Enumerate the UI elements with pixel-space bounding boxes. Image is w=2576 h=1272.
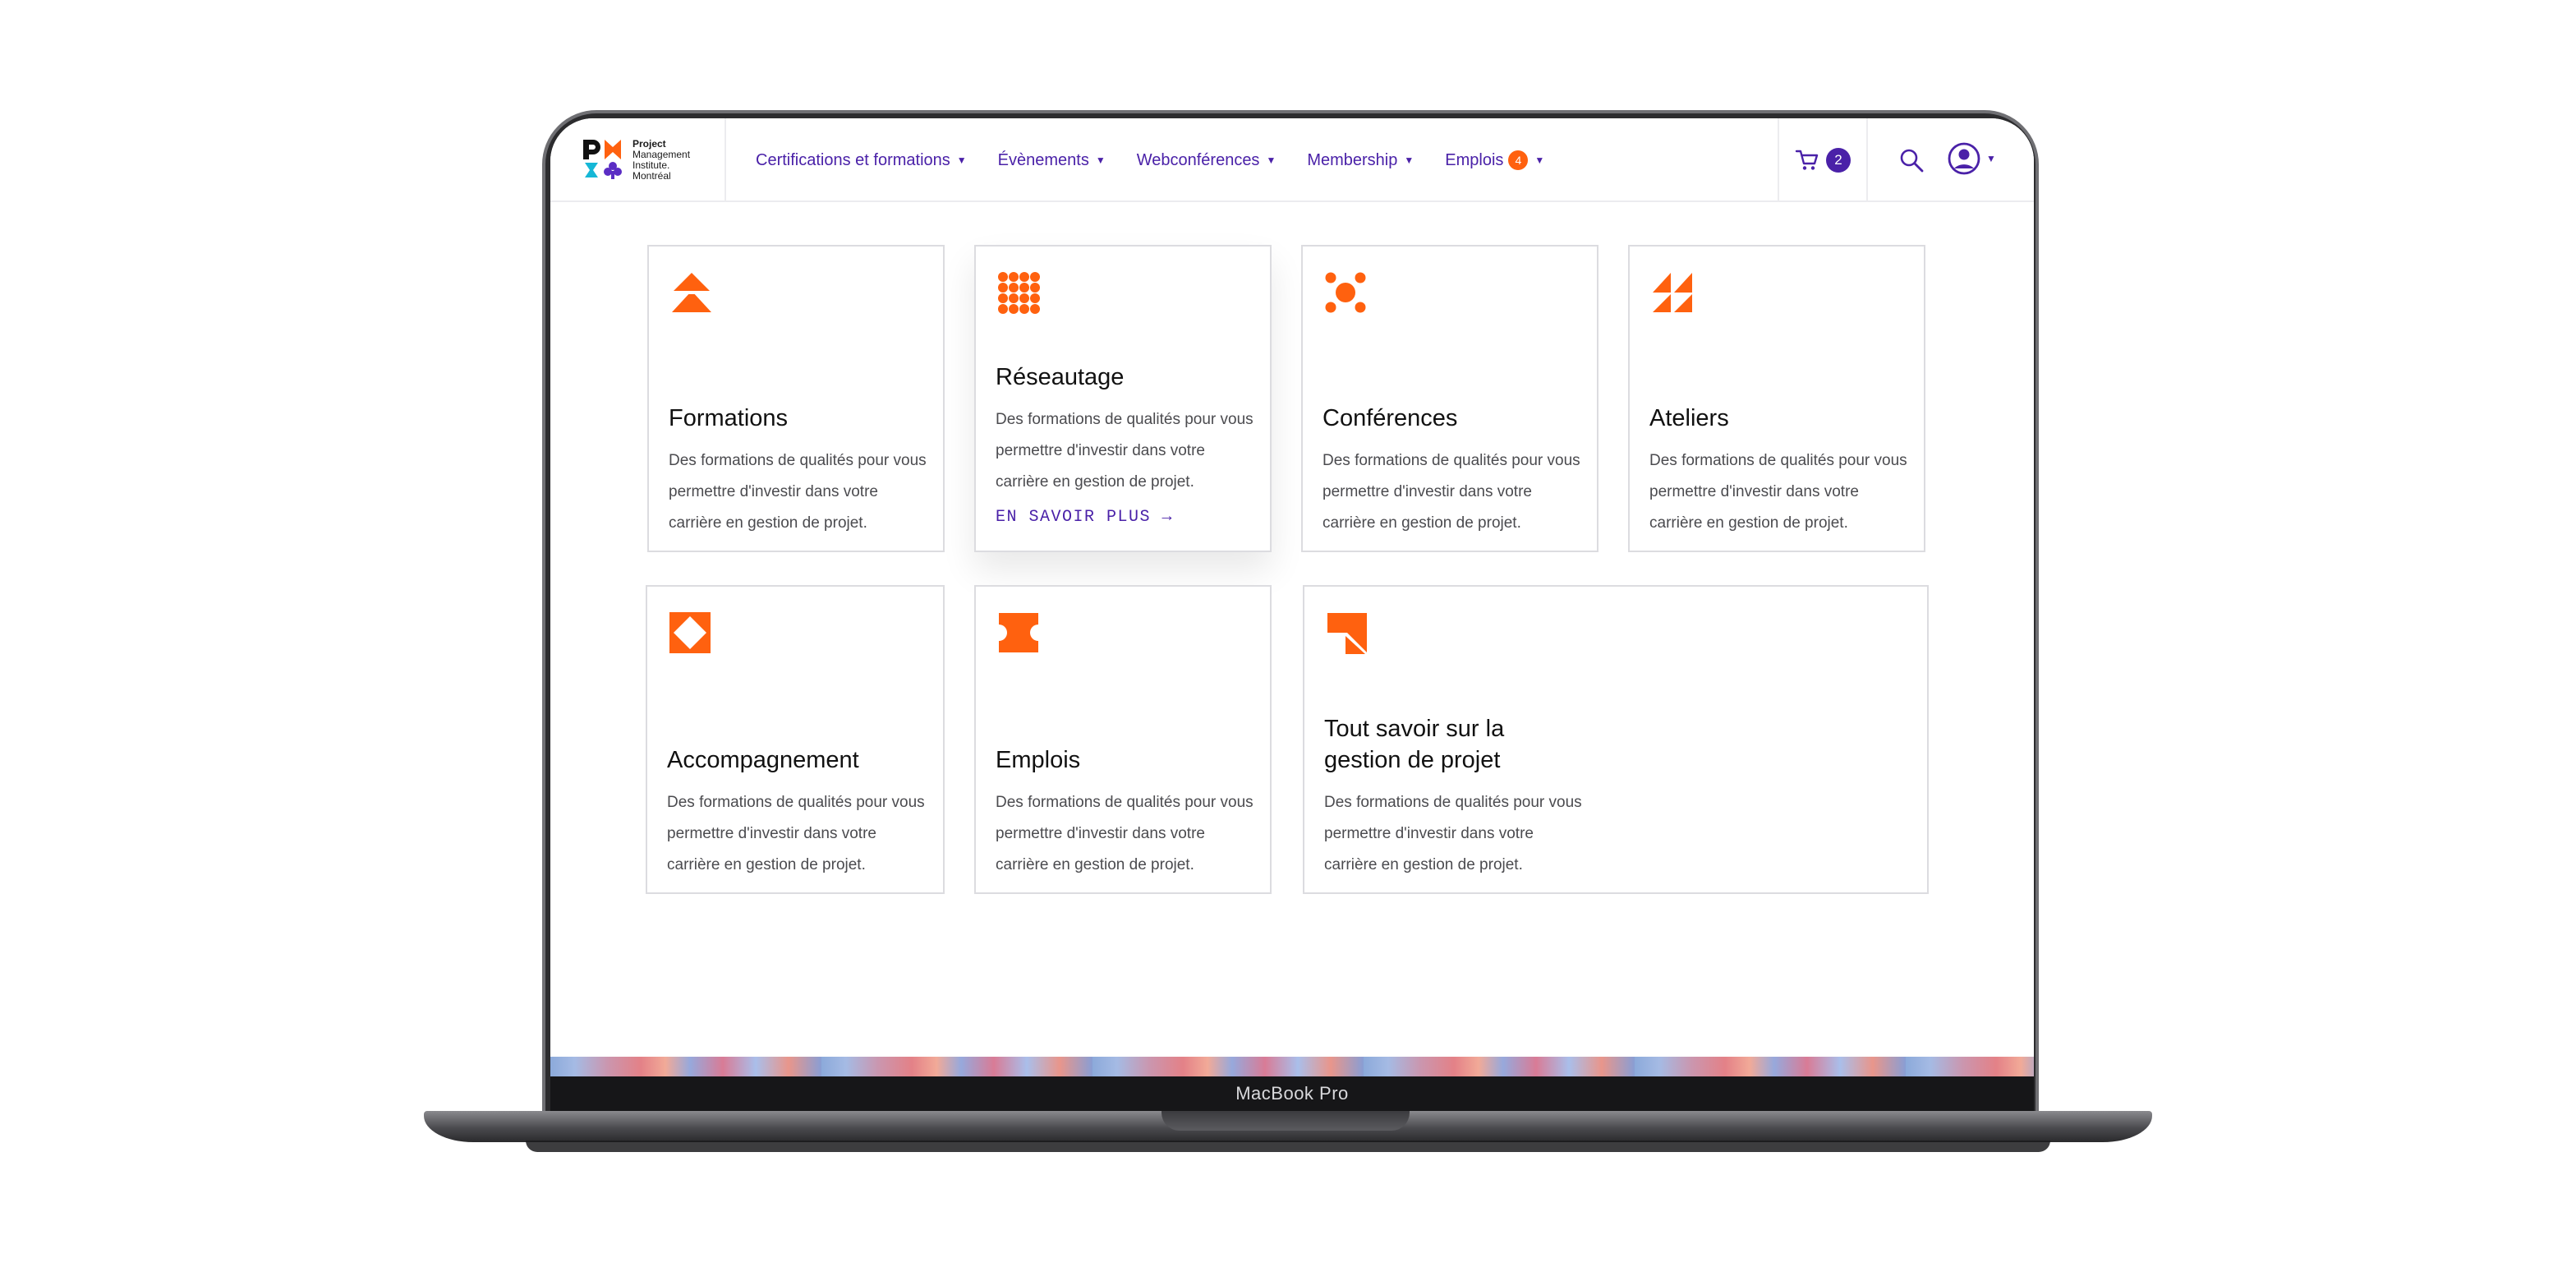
pmi-logo-icon: [583, 140, 622, 179]
five-dots-icon: [1325, 272, 1366, 313]
menu-item-certifications[interactable]: Certifications et formations ▼: [756, 151, 967, 170]
card-description: Des formations de qualités pour vous per…: [669, 452, 927, 532]
card-tout-savoir[interactable]: Tout savoir sur la gestion de projet Des…: [1303, 585, 1929, 894]
card-title: Réseautage: [996, 364, 1125, 390]
card-formations[interactable]: Formations Des formations de qualités po…: [647, 245, 945, 552]
device-label: MacBook Pro: [1235, 1083, 1349, 1104]
ticket-icon: [999, 613, 1038, 652]
card-title: Accompagnement: [667, 747, 859, 773]
decorative-gradient-band: [550, 1057, 2034, 1076]
caret-down-icon: ▼: [956, 154, 967, 166]
learn-more-link[interactable]: EN SAVOIR PLUS →: [996, 508, 1173, 527]
flag-arrow-icon: [1327, 613, 1367, 654]
caret-down-icon: ▼: [1534, 154, 1545, 166]
card-title: Ateliers: [1649, 405, 1729, 431]
card-description: Des formations de qualités pour vous per…: [1649, 452, 1907, 532]
diamond-cutout-icon: [669, 612, 711, 653]
card-accompagnement[interactable]: Accompagnement Des formations de qualité…: [646, 585, 945, 894]
triangles-icon: [1653, 273, 1692, 312]
menu-item-label: Webconférences: [1136, 150, 1260, 169]
card-title-line-2: gestion de projet: [1324, 747, 1501, 773]
caret-down-icon: ▼: [1404, 154, 1414, 166]
menu-item-emplois[interactable]: Emplois 4 ▼: [1445, 150, 1544, 170]
card-description: Des formations de qualités pour vous per…: [1324, 794, 1582, 873]
caret-down-icon: ▼: [1095, 154, 1106, 166]
card-title: Emplois: [996, 747, 1081, 773]
top-navigation: Project Management Institute. Montréal C…: [550, 118, 2034, 202]
card-description: Des formations de qualités pour vous per…: [1322, 452, 1580, 532]
card-title: Conférences: [1322, 405, 1458, 431]
pmi-logo[interactable]: Project Management Institute. Montréal: [550, 118, 726, 202]
jobs-count-badge: 4: [1508, 150, 1529, 170]
menu-item-label: Emplois: [1445, 150, 1504, 169]
card-emplois[interactable]: Emplois Des formations de qualités pour …: [974, 585, 1272, 894]
menu-item-label: Évènements: [997, 150, 1089, 169]
menu-item-membership[interactable]: Membership ▼: [1307, 151, 1414, 170]
menu-item-label: Certifications et formations: [756, 150, 950, 169]
caret-down-icon: ▼: [1986, 153, 1996, 164]
dot-grid-icon: [998, 272, 1040, 314]
laptop-base-shadow: [526, 1141, 2050, 1152]
logo-line-4: Montréal: [632, 170, 671, 182]
menu-item-label: Membership: [1307, 150, 1398, 169]
card-description: Des formations de qualités pour vous per…: [996, 794, 1254, 873]
menu-item-evenements[interactable]: Évènements ▼: [998, 151, 1106, 170]
caret-down-icon: ▼: [1266, 154, 1276, 166]
logo-wordmark: Project Management Institute. Montréal: [632, 139, 690, 182]
card-description: Des formations de qualités pour vous per…: [996, 411, 1254, 491]
card-description: Des formations de qualités pour vous per…: [667, 794, 925, 873]
cart-button[interactable]: 2: [1778, 118, 1868, 202]
user-avatar-icon: [1948, 142, 1980, 175]
card-conferences[interactable]: Conférences Des formations de qualités p…: [1301, 245, 1598, 552]
laptop-chin: MacBook Pro: [550, 1076, 2034, 1111]
laptop-opening-notch: [1162, 1111, 1410, 1131]
main-menu: Certifications et formations ▼ Évènement…: [756, 118, 1544, 202]
card-reseautage[interactable]: Réseautage Des formations de qualités po…: [974, 245, 1272, 552]
cart-icon: [1795, 150, 1819, 170]
card-title-line-1: Tout savoir sur la: [1324, 716, 1505, 742]
browser-screen: Project Management Institute. Montréal C…: [550, 118, 2034, 1076]
user-menu-button[interactable]: ▼: [1947, 141, 1996, 176]
cart-count-badge: 2: [1826, 148, 1851, 173]
search-icon[interactable]: [1898, 146, 1925, 174]
double-triangle-up-icon: [672, 273, 711, 312]
card-ateliers[interactable]: Ateliers Des formations de qualités pour…: [1628, 245, 1925, 552]
menu-item-webconferences[interactable]: Webconférences ▼: [1137, 151, 1276, 170]
card-title: Formations: [669, 405, 789, 431]
